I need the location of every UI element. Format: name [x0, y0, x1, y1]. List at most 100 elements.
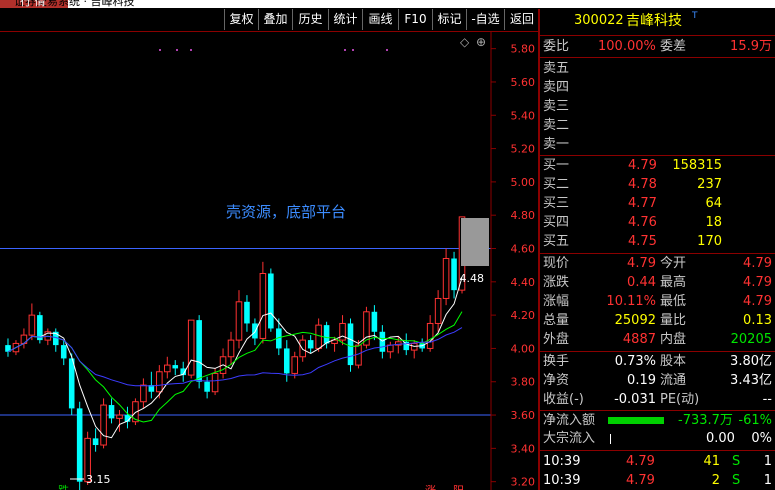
- last-price-label: 4.48: [460, 272, 485, 285]
- candle: [28, 303, 36, 341]
- price-tick-label: 4.60: [511, 243, 536, 256]
- fund-value: --: [762, 392, 772, 407]
- divider-line: [540, 450, 775, 451]
- bottom-mark: 阳: [453, 484, 464, 490]
- candle: [291, 351, 299, 379]
- fund-value: -0.031: [614, 392, 656, 407]
- event-dot: [386, 49, 388, 51]
- sell-order-row: 卖一: [540, 136, 775, 154]
- add-watchlist-button[interactable]: -自选: [466, 9, 504, 30]
- event-dots: [159, 49, 388, 51]
- fund-value: 3.43亿: [730, 373, 772, 388]
- candle: [434, 290, 442, 332]
- order-price: 4.75: [628, 234, 657, 249]
- candle: [219, 348, 227, 379]
- sell-order-row: 卖四: [540, 79, 775, 97]
- price-cursor-box: [461, 218, 489, 266]
- event-dot: [159, 49, 161, 51]
- order-label: 卖四: [543, 80, 570, 95]
- candle: [339, 315, 346, 346]
- weibi-value: 100.00%: [598, 39, 656, 54]
- event-dot: [352, 49, 354, 51]
- candle: [76, 401, 83, 490]
- order-price: 4.78: [628, 177, 657, 192]
- stat-label: 总量: [543, 313, 570, 328]
- bottom-mark: 跌: [58, 483, 69, 490]
- candle: [20, 328, 28, 349]
- candle: [299, 335, 306, 362]
- price-tick-label: 5.80: [511, 43, 536, 56]
- order-volume: 64: [705, 196, 722, 211]
- order-label: 卖五: [543, 61, 570, 76]
- divider-line: [540, 155, 775, 156]
- candle: [307, 335, 314, 354]
- ma-line-ma5: [7, 277, 463, 439]
- fund-label: 净资: [543, 373, 570, 388]
- candle: [164, 356, 171, 379]
- ma-line-ma10: [7, 311, 463, 423]
- price-tick-label: 4.40: [511, 276, 536, 289]
- statistics-button[interactable]: 统计: [328, 9, 362, 30]
- draw-line-button[interactable]: 画线: [362, 9, 398, 30]
- back-button[interactable]: 返回: [504, 9, 539, 30]
- mark-button[interactable]: 标记: [432, 9, 466, 30]
- fund-label: 流通: [660, 373, 687, 388]
- diamond-icon[interactable]: ◇: [460, 35, 470, 49]
- candle: [283, 340, 290, 382]
- order-volume: 158315: [672, 158, 722, 173]
- candles: [5, 216, 466, 490]
- candle: [100, 398, 107, 449]
- bottom-mark: 涨: [425, 484, 436, 490]
- stat-value: 20205: [730, 332, 772, 347]
- stat-row: 外盘 4887 内盘 20205: [540, 331, 775, 349]
- price-tick-label: 3.20: [511, 476, 536, 489]
- net-inflow-value: -733.7万: [678, 413, 733, 428]
- fundamental-row: 收益(-) -0.031 PE(动) --: [540, 391, 775, 409]
- tick-volume: 41: [703, 454, 720, 469]
- stat-row: 涨跌 0.44 最高 4.79: [540, 274, 775, 292]
- tick-time: 10:39: [543, 454, 581, 469]
- fundamental-row: 换手 0.73% 股本 3.80亿: [540, 353, 775, 371]
- stat-label: 今开: [660, 256, 687, 271]
- stat-value: 0.13: [743, 313, 772, 328]
- tick-price: 4.79: [626, 454, 655, 469]
- net-inflow-pct: -61%: [738, 413, 772, 428]
- price-tick-label: 3.80: [511, 376, 536, 389]
- tick-time: 10:39: [543, 473, 581, 488]
- tick-row: 10:39 4.79 41 S 1: [540, 453, 775, 471]
- price-tick-label: 5.40: [511, 109, 536, 122]
- stat-value: 10.11%: [606, 294, 656, 309]
- price-tick-label: 4.20: [511, 309, 536, 322]
- tick-price: 4.79: [626, 473, 655, 488]
- overlay-button[interactable]: 叠加: [258, 9, 292, 30]
- fuquan-button[interactable]: 复权: [224, 9, 258, 30]
- divider-line: [540, 253, 775, 254]
- stat-value: 4.79: [743, 256, 772, 271]
- tick-direction: S: [732, 454, 741, 469]
- history-button[interactable]: 历史: [292, 9, 328, 30]
- price-tick-label: 5.60: [511, 76, 536, 89]
- candle: [148, 371, 155, 399]
- fund-value: 0.73%: [614, 354, 656, 369]
- order-label: 买五: [543, 234, 570, 249]
- price-tick-label: 3.40: [511, 442, 536, 455]
- order-price: 4.77: [628, 196, 657, 211]
- divider-line: [540, 410, 775, 411]
- order-price: 4.76: [628, 215, 657, 230]
- expand-icon[interactable]: ⊕: [476, 35, 486, 49]
- candle: [37, 311, 43, 344]
- f10-button[interactable]: F10: [398, 9, 432, 30]
- kline-chart[interactable]: 5.80 5.60 5.40 5.20 5.00 4.80 4.60 4.40 4.20 4.00…: [0, 32, 538, 490]
- weibi-row: 委比 100.00% 委差 15.9万: [540, 38, 775, 56]
- weibi-label: 委比: [543, 39, 570, 54]
- title-bar: 证券交易系统 · 吉峰科技 行 情: [0, 0, 775, 8]
- candle: [92, 428, 99, 452]
- stat-row: 现价 4.79 今开 4.79: [540, 255, 775, 273]
- candle: [451, 251, 457, 299]
- candle: [379, 325, 386, 359]
- stat-value: 4.79: [743, 275, 772, 290]
- stat-value: 0.44: [627, 275, 656, 290]
- order-label: 卖三: [543, 99, 570, 114]
- net-inflow-label: 净流入额: [543, 413, 596, 428]
- order-label: 买一: [543, 158, 570, 173]
